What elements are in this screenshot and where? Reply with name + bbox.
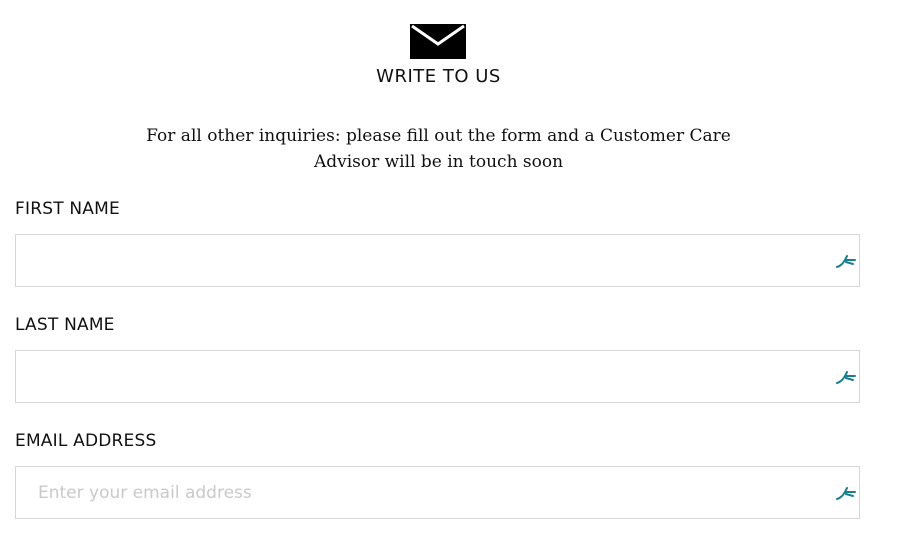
page-title: WRITE TO US bbox=[376, 66, 501, 87]
autofill-icon[interactable] bbox=[835, 485, 857, 501]
first-name-label: FIRST NAME bbox=[15, 199, 120, 219]
envelope-icon bbox=[410, 24, 466, 59]
last-name-input[interactable] bbox=[16, 351, 816, 402]
last-name-label: LAST NAME bbox=[15, 315, 115, 335]
autofill-icon[interactable] bbox=[835, 369, 857, 385]
autofill-icon[interactable] bbox=[835, 253, 857, 269]
first-name-field[interactable] bbox=[15, 234, 860, 287]
email-address-label: EMAIL ADDRESS bbox=[15, 431, 157, 451]
first-name-input[interactable] bbox=[16, 235, 816, 286]
last-name-field[interactable] bbox=[15, 350, 860, 403]
intro-text: For all other inquiries: please fill out… bbox=[146, 126, 731, 172]
email-input[interactable] bbox=[16, 467, 816, 518]
email-address-field[interactable] bbox=[15, 466, 860, 519]
